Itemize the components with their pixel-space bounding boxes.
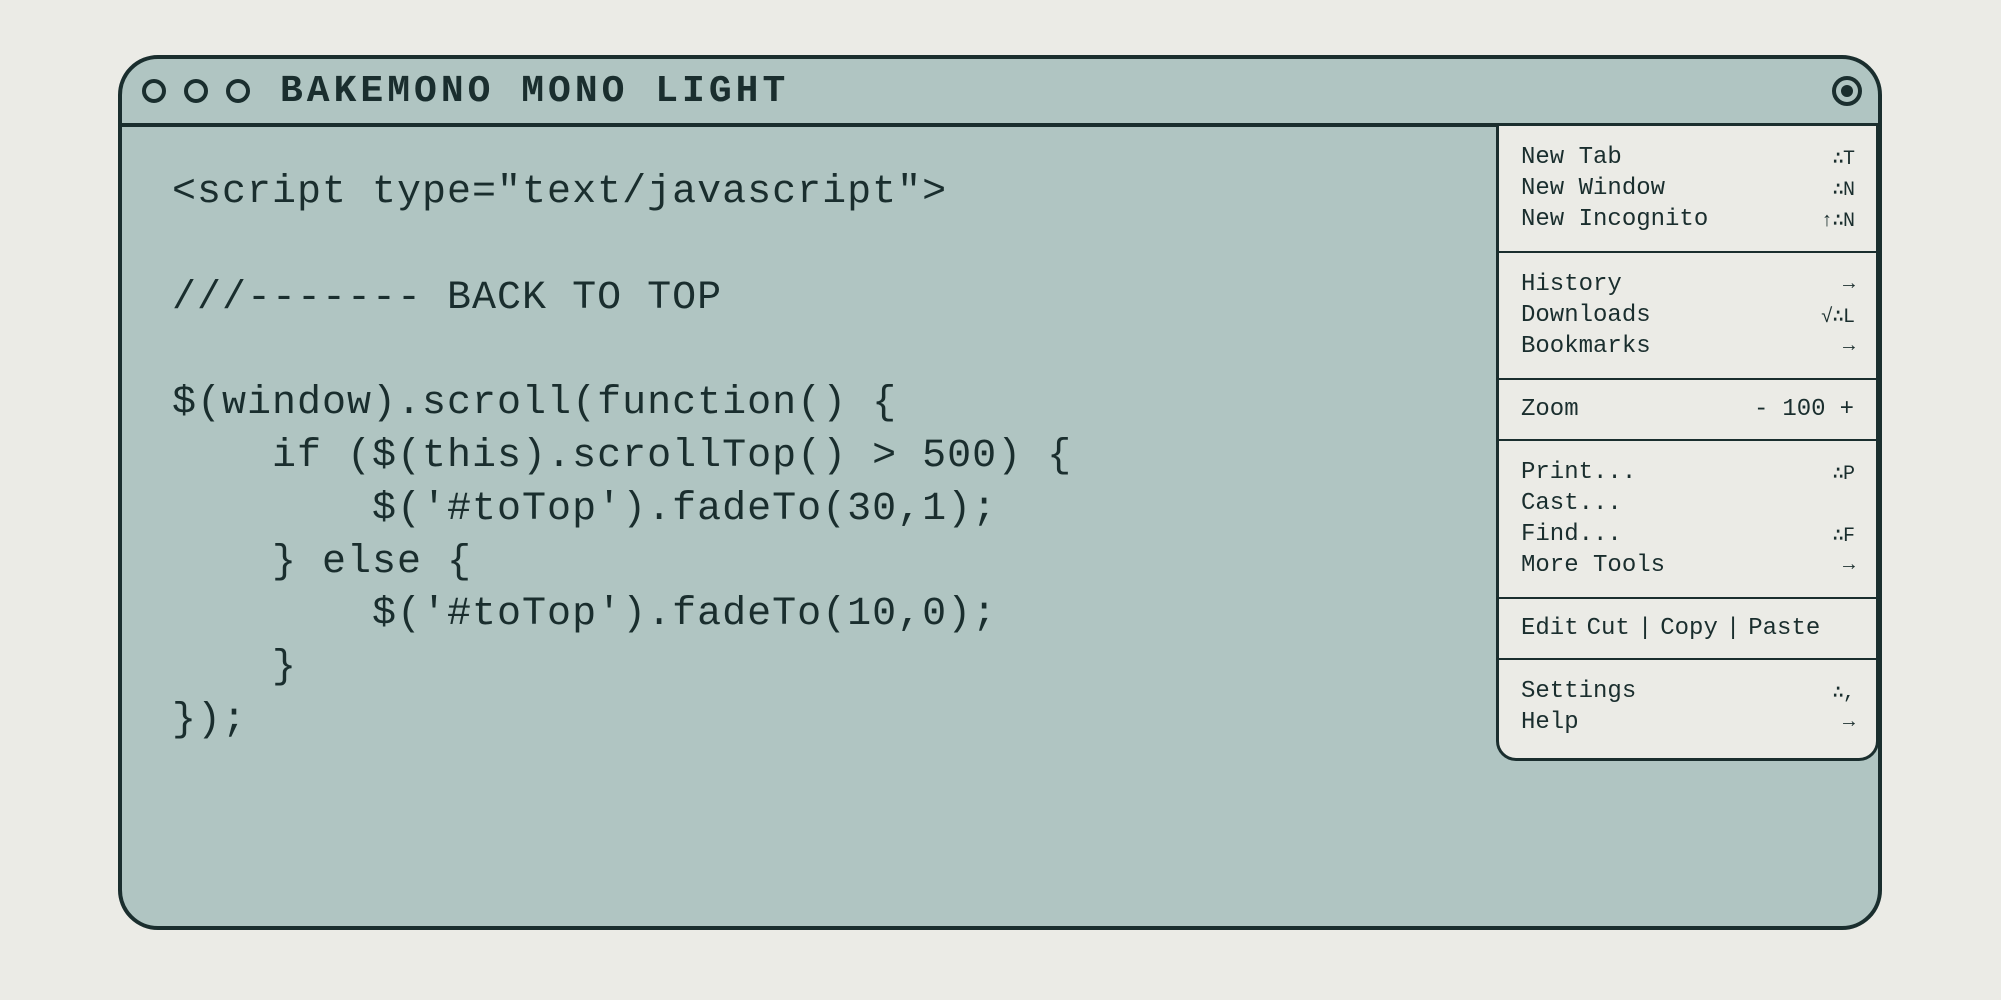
separator: | [1726,615,1740,642]
menu-item-new-tab[interactable]: New Tab ∴T [1521,142,1854,173]
menu-label: Find... [1521,521,1622,548]
zoom-out-button[interactable]: - [1754,396,1768,423]
edit-label: Edit [1521,615,1579,642]
code-line: }); [172,698,247,743]
code-line: $(window).scroll(function() { [172,381,897,426]
menu-label: New Tab [1521,144,1622,171]
menu-button-icon[interactable] [1832,76,1862,106]
copy-button[interactable]: Copy [1660,615,1718,642]
context-menu: New Tab ∴T New Window ∴N New Incognito ↑… [1496,123,1879,761]
code-line: } else { [172,540,472,585]
window-title: BAKEMONO MONO LIGHT [280,70,789,113]
arrow-right-icon: → [1843,554,1854,577]
code-line: } [172,645,297,690]
cut-button[interactable]: Cut [1587,615,1630,642]
menu-item-zoom: Zoom - 100 + [1521,396,1854,423]
menu-label: Cast... [1521,490,1622,517]
menu-label: New Incognito [1521,206,1708,233]
maximize-button[interactable] [226,79,250,103]
menu-item-find[interactable]: Find... ∴F [1521,519,1854,550]
zoom-label: Zoom [1521,396,1579,423]
menu-item-history[interactable]: History → [1521,269,1854,300]
menu-item-print[interactable]: Print... ∴P [1521,457,1854,488]
menu-item-edit: Edit Cut | Copy | Paste [1521,615,1854,642]
close-button[interactable] [142,79,166,103]
zoom-value: 100 [1782,396,1825,423]
menu-section-tools: Print... ∴P Cast... Find... ∴F More Tool… [1499,441,1876,599]
menu-shortcut: ∴, [1832,679,1854,705]
menu-shortcut: ∴T [1832,145,1854,171]
zoom-controls: - 100 + [1754,396,1854,423]
menu-section-history: History → Downloads √∴L Bookmarks → [1499,253,1876,380]
traffic-lights [142,79,250,103]
menu-item-bookmarks[interactable]: Bookmarks → [1521,331,1854,362]
menu-section-settings: Settings ∴, Help → [1499,660,1876,758]
menu-shortcut: ∴N [1832,176,1854,202]
menu-item-downloads[interactable]: Downloads √∴L [1521,300,1854,331]
menu-label: New Window [1521,175,1665,202]
code-line: <script type="text/javascript"> [172,170,947,215]
menu-section-tabs: New Tab ∴T New Window ∴N New Incognito ↑… [1499,126,1876,253]
menu-section-edit: Edit Cut | Copy | Paste [1499,599,1876,660]
code-line: ///------- BACK TO TOP [172,276,722,321]
menu-item-help[interactable]: Help → [1521,707,1854,738]
zoom-in-button[interactable]: + [1840,396,1854,423]
minimize-button[interactable] [184,79,208,103]
menu-label: More Tools [1521,552,1665,579]
code-line: $('#toTop').fadeTo(30,1); [172,487,997,532]
menu-item-new-incognito[interactable]: New Incognito ↑∴N [1521,204,1854,235]
menu-section-zoom: Zoom - 100 + [1499,380,1876,441]
code-line: $('#toTop').fadeTo(10,0); [172,592,997,637]
menu-label: History [1521,271,1622,298]
menu-item-more-tools[interactable]: More Tools → [1521,550,1854,581]
menu-shortcut: ↑∴N [1821,207,1854,233]
menu-label: Print... [1521,459,1636,486]
menu-label: Downloads [1521,302,1651,329]
paste-button[interactable]: Paste [1748,615,1820,642]
arrow-right-icon: → [1843,335,1854,358]
menu-label: Bookmarks [1521,333,1651,360]
separator: | [1638,615,1652,642]
menu-item-settings[interactable]: Settings ∴, [1521,676,1854,707]
arrow-right-icon: → [1843,273,1854,296]
titlebar: BAKEMONO MONO LIGHT [122,59,1878,127]
menu-shortcut: √∴L [1821,303,1854,329]
code-line: if ($(this).scrollTop() > 500) { [172,434,1072,479]
menu-label: Help [1521,709,1579,736]
menu-item-cast[interactable]: Cast... [1521,488,1854,519]
menu-shortcut: ∴P [1832,460,1854,486]
menu-shortcut: ∴F [1832,522,1854,548]
arrow-right-icon: → [1843,711,1854,734]
menu-label: Settings [1521,678,1636,705]
menu-item-new-window[interactable]: New Window ∴N [1521,173,1854,204]
